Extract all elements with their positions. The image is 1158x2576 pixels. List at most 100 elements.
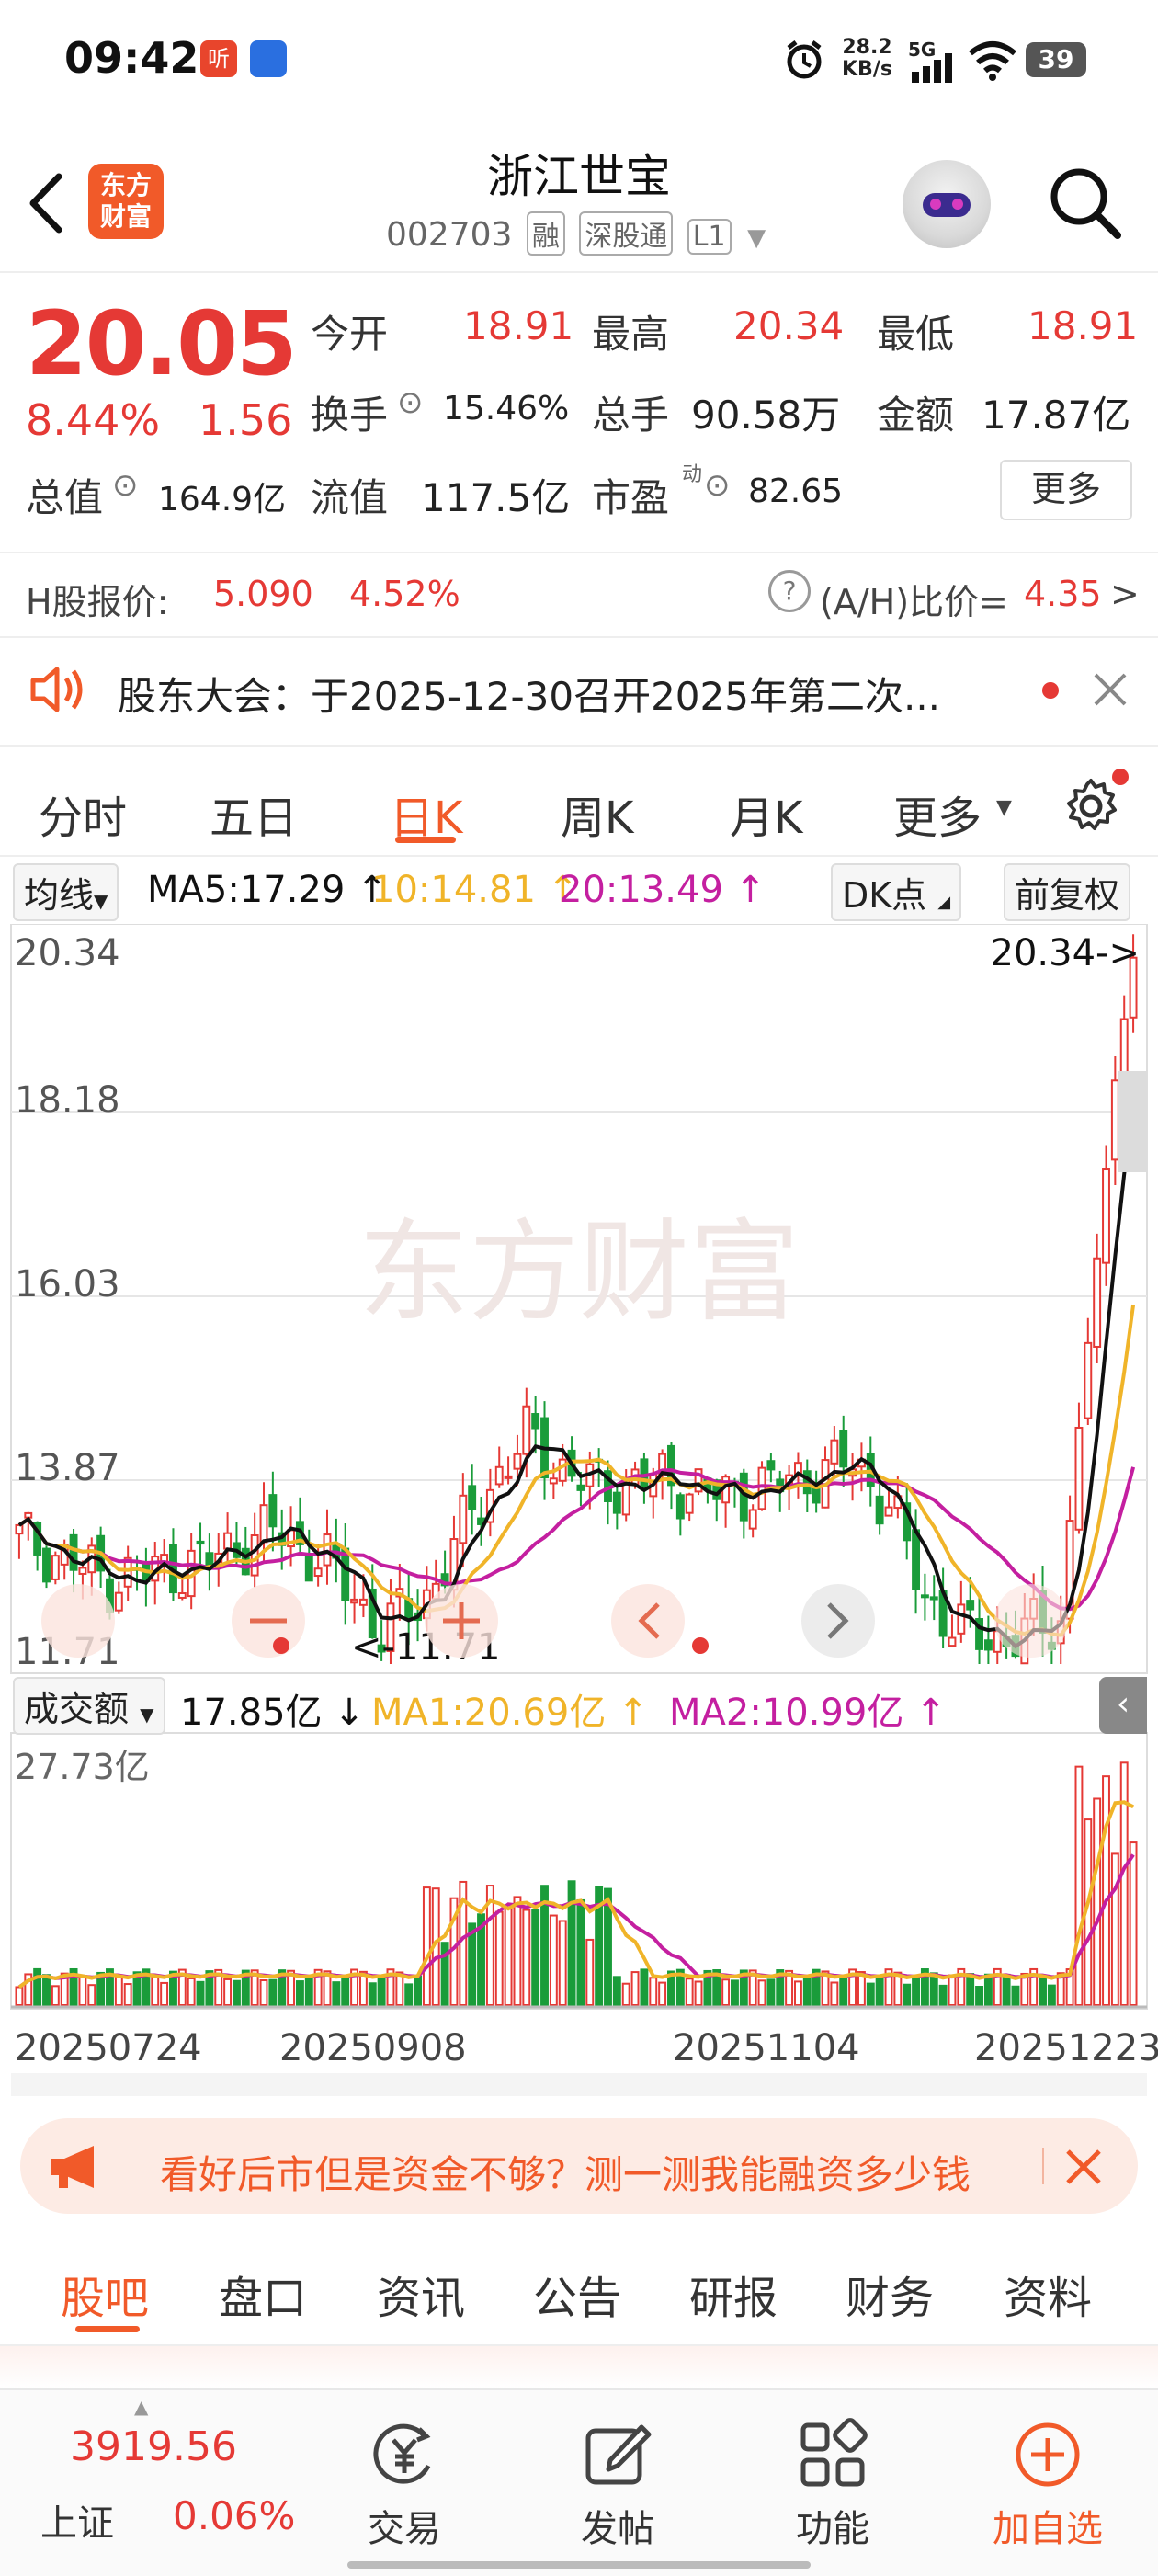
float-cap-value: 117.5亿 bbox=[421, 475, 571, 520]
ma-selector[interactable]: 均线▼ bbox=[13, 863, 119, 921]
period-tabs: 分时 五日 日K 周K 月K 更多 ▼ bbox=[0, 745, 1158, 857]
h-share-price: 5.090 bbox=[213, 574, 313, 614]
candle-body bbox=[259, 1504, 268, 1544]
tab-weekly-k[interactable]: 周K bbox=[561, 781, 633, 846]
info-dots-icon[interactable]: ⊙ bbox=[112, 467, 139, 504]
ma-selector-label: 均线 bbox=[24, 875, 95, 916]
candle-body bbox=[676, 1494, 685, 1520]
candle-body bbox=[513, 1453, 522, 1470]
tab-profile[interactable]: 资料 bbox=[1004, 2262, 1092, 2326]
volume-max-label: 27.73亿 bbox=[15, 1747, 150, 1787]
step-forward-button[interactable] bbox=[801, 1584, 875, 1658]
candle-body bbox=[504, 1475, 513, 1479]
candle-body bbox=[830, 1439, 839, 1465]
candle-body bbox=[51, 1555, 60, 1580]
candle-body bbox=[739, 1472, 748, 1522]
scroll-right-bg bbox=[994, 1584, 1068, 1658]
tab-intraday[interactable]: 分时 bbox=[39, 781, 127, 846]
help-icon[interactable]: ? bbox=[768, 570, 811, 612]
close-icon[interactable] bbox=[1092, 671, 1129, 708]
tab-financials[interactable]: 财务 bbox=[846, 2262, 934, 2326]
candle-body bbox=[268, 1494, 278, 1528]
notice-text: 股东大会：于2025-12-30召开2025年第二次... bbox=[118, 674, 941, 719]
robot-avatar-icon[interactable] bbox=[903, 160, 991, 248]
candle-body bbox=[531, 1413, 540, 1430]
volume-ma1-text: MA1:20.69亿 bbox=[371, 1692, 607, 1734]
volume-bar bbox=[929, 1972, 938, 2007]
volume-bar bbox=[1002, 1973, 1011, 2007]
open-label: 今开 bbox=[311, 312, 389, 357]
volume-bar bbox=[549, 1914, 558, 2007]
candle-body bbox=[685, 1493, 694, 1514]
volume-bar bbox=[114, 1976, 123, 2007]
candle-body bbox=[304, 1553, 313, 1582]
volume-bar bbox=[966, 1973, 975, 2007]
volume-bar bbox=[938, 1984, 948, 2007]
volume-bar bbox=[612, 1976, 621, 2006]
open-value: 18.91 bbox=[463, 303, 574, 348]
nav-add-watchlist[interactable]: 加自选 bbox=[956, 2390, 1140, 2574]
tab-monthly-k[interactable]: 月K bbox=[730, 781, 802, 846]
content-tabs: 股吧 盘口 资讯 公告 研报 财务 资料 bbox=[0, 2234, 1158, 2346]
volume-ma1: MA1:20.69亿 ↑ bbox=[371, 1692, 649, 1734]
step-back-button[interactable] bbox=[611, 1584, 685, 1658]
promo-banner[interactable]: 看好后市但是资金不够？测一测我能融资多少钱 bbox=[20, 2118, 1138, 2214]
active-tab-underline bbox=[75, 2326, 140, 2332]
stock-code-row[interactable]: 002703 融 深股通 L1 ▼ bbox=[386, 211, 766, 256]
nav-post[interactable]: 发帖 bbox=[526, 2390, 710, 2574]
candle-body bbox=[1074, 1426, 1084, 1531]
candle-body bbox=[494, 1465, 504, 1486]
candle-body bbox=[884, 1506, 893, 1517]
volume-ma2: MA2:10.99亿 ↑ bbox=[669, 1692, 947, 1734]
info-dots-icon[interactable]: ⊙ bbox=[397, 384, 424, 421]
index-ticker[interactable]: ▲ 3919.56 上证 0.06% bbox=[0, 2390, 331, 2574]
notice-bar[interactable]: 股东大会：于2025-12-30召开2025年第二次... bbox=[0, 634, 1158, 747]
collapse-panel-button[interactable]: ‹ bbox=[1099, 1677, 1147, 1734]
x-date-label: 20250724 bbox=[15, 2027, 202, 2069]
candle-body bbox=[983, 1639, 993, 1651]
volume-bar bbox=[757, 1979, 766, 2006]
pe-label: 市盈 bbox=[592, 475, 670, 520]
tab-news[interactable]: 资讯 bbox=[377, 2262, 465, 2326]
volume-selector[interactable]: 成交额 ▼ bbox=[13, 1677, 165, 1735]
chart-scroll-thumb[interactable] bbox=[1118, 1071, 1147, 1172]
h-share-row[interactable]: H股报价: 5.090 4.52% ? (A/H)比价= 4.35 > bbox=[0, 552, 1158, 638]
nav-trade[interactable]: 交易 bbox=[312, 2390, 496, 2574]
change-amount: 1.56 bbox=[199, 395, 293, 445]
candle-body bbox=[957, 1603, 966, 1635]
volume-bar bbox=[33, 1967, 42, 2007]
tab-five-day[interactable]: 五日 bbox=[210, 781, 298, 846]
volume-bar bbox=[87, 1984, 96, 2007]
info-dots-icon[interactable]: ⊙ bbox=[704, 467, 731, 504]
volume-bar bbox=[567, 1880, 576, 2007]
search-icon[interactable] bbox=[1046, 164, 1123, 241]
ma20-line bbox=[17, 1466, 1136, 1612]
ma10-text: 10:14.81 bbox=[371, 869, 536, 911]
high-price-marker: 20.34-> bbox=[991, 932, 1140, 975]
volume-bar bbox=[51, 1985, 60, 2007]
speaker-icon bbox=[30, 667, 83, 712]
tab-research[interactable]: 研报 bbox=[689, 2262, 778, 2326]
volume-bar bbox=[630, 1971, 640, 2006]
net-speed-unit: KB/s bbox=[842, 58, 892, 81]
volume-bar bbox=[78, 1975, 87, 2006]
tab-order-book[interactable]: 盘口 bbox=[219, 2262, 307, 2326]
volume-bar bbox=[531, 1909, 540, 2006]
tab-forum[interactable]: 股吧 bbox=[61, 2262, 149, 2326]
ma-indicator-row: 均线▼ MA5:17.29 ↑ 10:14.81 ↑ 20:13.49 ↑ DK… bbox=[0, 860, 1158, 924]
adjust-button[interactable]: 前复权 bbox=[1004, 863, 1131, 921]
kline-chart[interactable]: 东方财富 20.34 18.18 16.03 13.87 11.71 20.34… bbox=[0, 924, 1158, 2096]
index-value: 3919.56 bbox=[70, 2423, 237, 2470]
close-icon[interactable] bbox=[1064, 2148, 1103, 2186]
nav-features[interactable]: 功能 bbox=[741, 2390, 925, 2574]
volume-bar bbox=[151, 1976, 160, 2006]
more-quote-button[interactable]: 更多 bbox=[1000, 460, 1132, 520]
dk-label: DK点 bbox=[842, 875, 927, 916]
tab-announcements[interactable]: 公告 bbox=[533, 2262, 621, 2326]
tab-more[interactable]: 更多 bbox=[893, 781, 982, 846]
nav-post-label: 发帖 bbox=[581, 2508, 654, 2550]
turnover-value: 15.46% bbox=[443, 390, 570, 427]
h-share-label: H股报价: bbox=[26, 582, 169, 622]
dk-point-button[interactable]: DK点 ◢ bbox=[831, 863, 962, 921]
volume-bar bbox=[42, 1974, 51, 2007]
